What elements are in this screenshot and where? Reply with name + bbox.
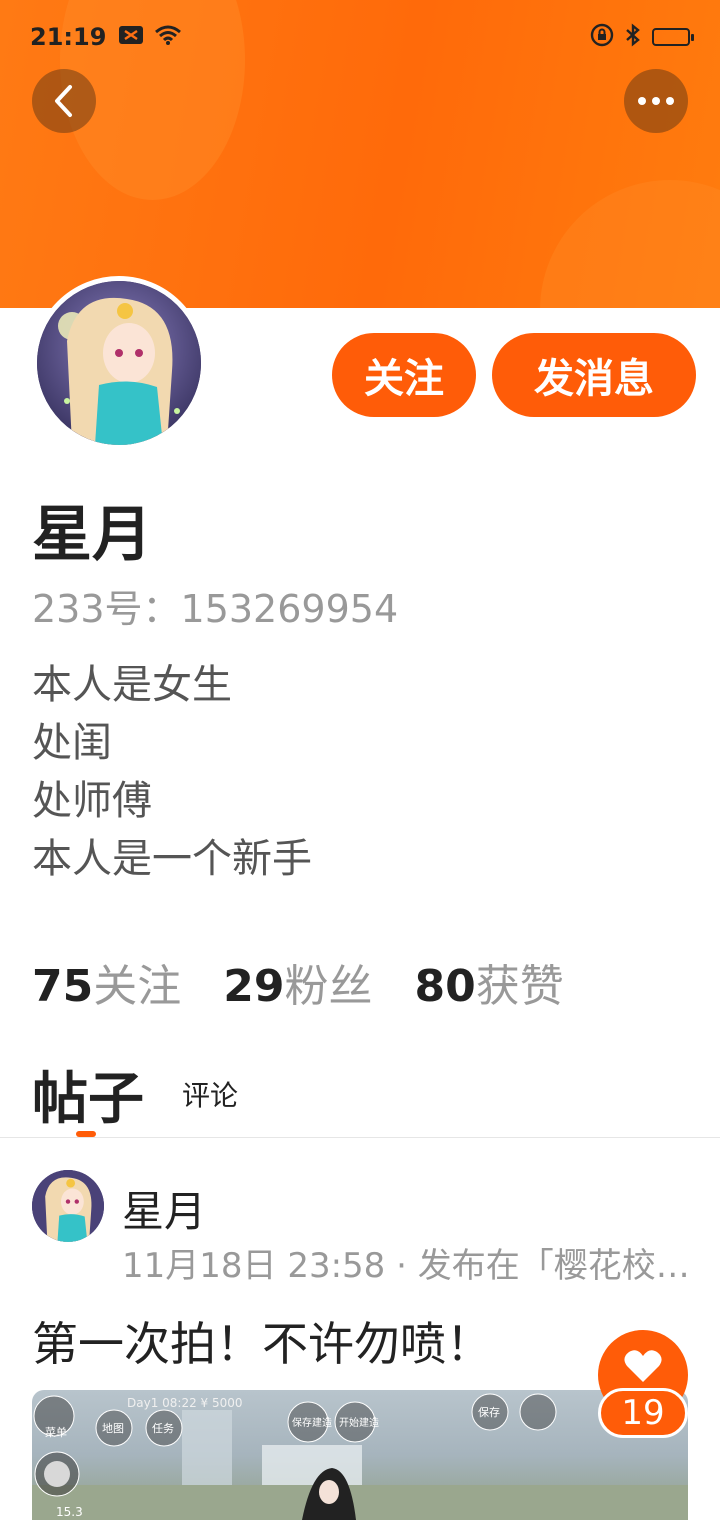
follow-button[interactable]: 关注 bbox=[332, 333, 476, 417]
post-meta: 11月18日 23:58 · 发布在「樱花校… bbox=[122, 1246, 690, 1286]
wifi-icon bbox=[154, 24, 182, 50]
divider bbox=[0, 1137, 720, 1138]
stat-label: 获赞 bbox=[475, 961, 564, 1012]
bio-line: 处师傅 bbox=[32, 778, 152, 824]
back-arrow-icon bbox=[55, 85, 72, 117]
post-image[interactable]: 菜单 地图 任务 Day1 08:22 ¥ 5000 保存建造 开始建造 保存 … bbox=[32, 1390, 688, 1520]
profile-id: 233号：153269954 bbox=[32, 587, 399, 631]
stat-followers[interactable]: 29粉丝 bbox=[223, 950, 372, 1014]
bluetooth-icon bbox=[624, 23, 642, 51]
game-save-label: 保存 bbox=[478, 1405, 500, 1419]
game-start-build-label: 开始建造 bbox=[339, 1416, 379, 1429]
post-title[interactable]: 第一次拍！不许勿喷！ bbox=[32, 1308, 492, 1374]
tab-posts[interactable]: 帖子 bbox=[32, 1054, 144, 1135]
bio-line: 处闺 bbox=[32, 720, 112, 766]
post-author-avatar[interactable] bbox=[32, 1170, 104, 1242]
send-message-button[interactable]: 发消息 bbox=[492, 333, 696, 417]
mail-notification-icon bbox=[118, 25, 144, 49]
game-task-label: 任务 bbox=[152, 1422, 174, 1435]
stat-count: 80 bbox=[414, 961, 476, 1012]
back-button[interactable] bbox=[32, 69, 96, 133]
profile-username: 星月 bbox=[32, 500, 152, 570]
stat-label: 粉丝 bbox=[284, 961, 373, 1012]
like-count-badge: 19 bbox=[598, 1388, 688, 1438]
rotation-lock-icon bbox=[590, 23, 614, 51]
game-map-label: 地图 bbox=[102, 1422, 124, 1435]
stat-label: 关注 bbox=[93, 961, 182, 1012]
profile-avatar[interactable] bbox=[32, 276, 206, 450]
bio-line: 本人是一个新手 bbox=[32, 836, 312, 882]
stat-count: 75 bbox=[32, 961, 94, 1012]
status-bar: 21:19 bbox=[0, 0, 720, 74]
game-speed-label: 15.3 bbox=[56, 1505, 83, 1519]
more-options-button[interactable] bbox=[624, 69, 688, 133]
tab-comments[interactable]: 评论 bbox=[182, 1074, 238, 1114]
stat-likes[interactable]: 80获赞 bbox=[414, 950, 563, 1014]
stat-following[interactable]: 75关注 bbox=[32, 950, 181, 1014]
more-dots-icon bbox=[638, 97, 674, 105]
profile-stats: 75关注 29粉丝 80获赞 bbox=[32, 950, 564, 1014]
heart-icon bbox=[624, 1350, 662, 1382]
status-time: 21:19 bbox=[30, 23, 107, 51]
stat-count: 29 bbox=[223, 961, 285, 1012]
game-save-build-label: 保存建造 bbox=[292, 1416, 332, 1429]
post-author-name[interactable]: 星月 bbox=[122, 1178, 206, 1239]
game-menu-label: 菜单 bbox=[45, 1426, 67, 1439]
profile-bio: 本人是女生 处闺 处师傅 本人是一个新手 bbox=[32, 656, 312, 888]
battery-icon bbox=[652, 28, 694, 46]
game-day-info: Day1 08:22 ¥ 5000 bbox=[127, 1396, 243, 1410]
decorative-circle bbox=[540, 180, 720, 308]
bio-line: 本人是女生 bbox=[32, 662, 232, 708]
